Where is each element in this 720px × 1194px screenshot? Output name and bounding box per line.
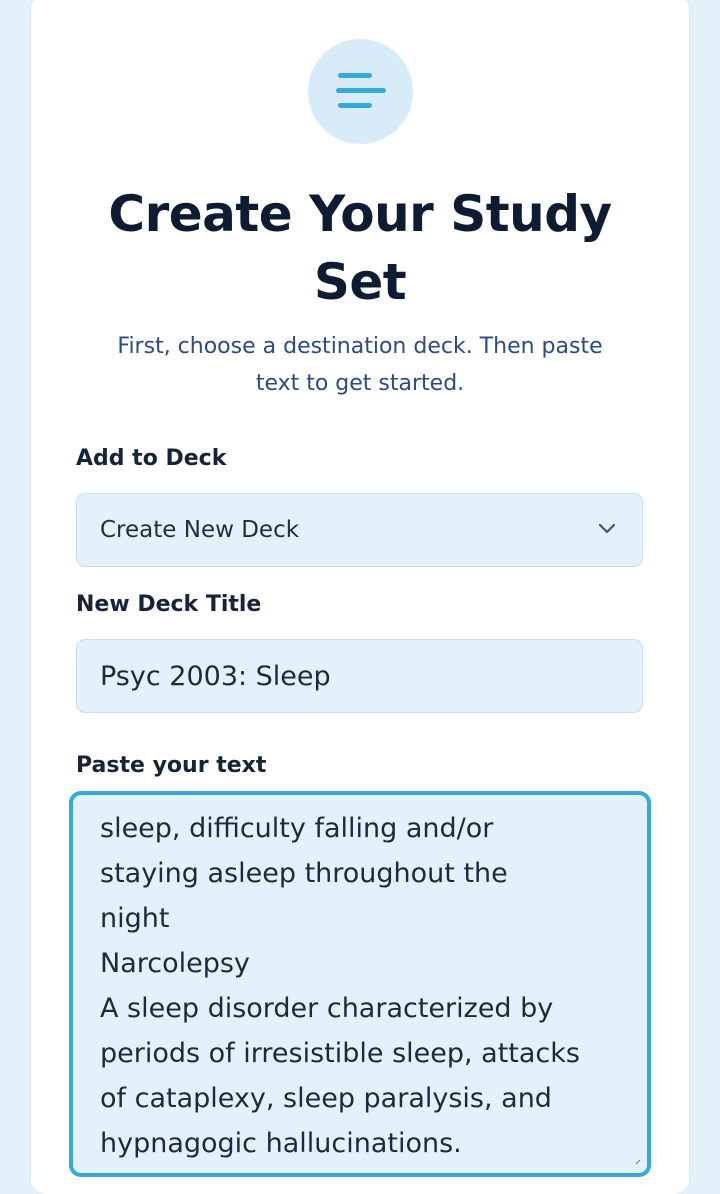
deck-select-label: Add to Deck	[76, 446, 227, 471]
deck-title-input[interactable]: Psyc 2003: Sleep	[76, 639, 643, 713]
paste-text-label: Paste your text	[76, 753, 267, 778]
deck-title-label: New Deck Title	[76, 592, 262, 617]
paste-text-line: of cataplexy, sleep paralysis, and	[100, 1083, 552, 1114]
paste-text-content: sleep, difficulty falling and/or staying …	[100, 795, 630, 1166]
menu-lines-icon	[336, 73, 386, 108]
chevron-down-icon	[598, 523, 616, 534]
page-title-line-2: Set	[313, 253, 407, 311]
page-title: Create Your Study Set	[71, 180, 649, 316]
page-title-line-1: Create Your Study	[108, 185, 612, 243]
paste-text-line: sleep, difficulty falling and/or	[100, 813, 494, 844]
page-subtitle-line-2: text to get started.	[255, 371, 465, 396]
paste-text-line: A sleep disorder characterized by	[100, 993, 554, 1024]
resize-grip-icon[interactable]	[635, 1159, 641, 1165]
logo-badge	[308, 39, 413, 144]
page-subtitle: First, choose a destination deck. Then p…	[61, 328, 659, 402]
paste-text-line: periods of irresistible sleep, attacks	[100, 1038, 580, 1069]
study-set-card: Create Your Study Set First, choose a de…	[31, 0, 689, 1194]
paste-text-line: Narcolepsy	[100, 948, 250, 979]
deck-select[interactable]: Create New Deck	[76, 493, 643, 567]
deck-title-value: Psyc 2003: Sleep	[100, 660, 331, 692]
paste-text-clipped-line	[100, 795, 630, 806]
deck-select-value: Create New Deck	[100, 517, 300, 543]
page-subtitle-line-1: First, choose a destination deck. Then p…	[117, 334, 603, 359]
paste-text-line: night	[100, 903, 170, 934]
paste-text-line: hypnagogic hallucinations.	[100, 1128, 462, 1159]
paste-text-line: staying asleep throughout the	[100, 858, 508, 889]
paste-text-area[interactable]: sleep, difficulty falling and/or staying …	[69, 791, 651, 1177]
